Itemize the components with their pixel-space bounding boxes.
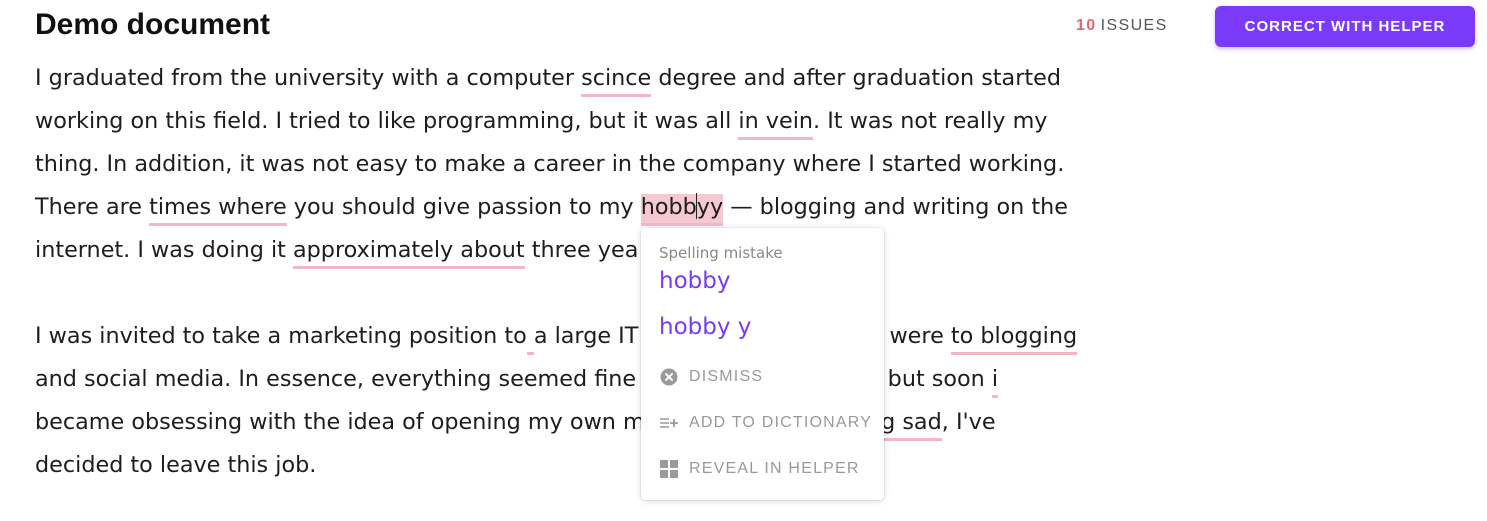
suggestion-hobby-y[interactable]: hobby y [659, 314, 751, 340]
text-run: a large IT [533, 323, 639, 349]
issue-lowercase-i[interactable]: i [991, 366, 999, 398]
issues-count: 10 [1076, 17, 1097, 34]
text-run: became obsessing with the idea of openin… [35, 409, 645, 435]
document-title: Demo document [35, 8, 271, 41]
reveal-label: REVEAL IN HELPER [689, 460, 860, 477]
issue-approximately-about[interactable]: approximately about [292, 237, 525, 269]
text-run: and social media. In essence, everything… [35, 366, 644, 392]
reveal-icon [659, 459, 679, 479]
reveal-in-helper-button[interactable]: REVEAL IN HELPER [659, 459, 860, 479]
issue-in-vein[interactable]: in vein [738, 108, 814, 140]
text-run: , but soon [873, 366, 992, 392]
issues-label: ISSUES [1100, 17, 1168, 34]
issue-scince[interactable]: scince [581, 65, 652, 97]
text-run: I was invited to take a marketing positi… [35, 323, 527, 349]
text-run: were [882, 323, 951, 349]
add-to-dictionary-label: ADD TO DICTIONARY [689, 414, 873, 431]
paragraph-2[interactable]: I was invited to take a marketing positi… [35, 315, 1085, 487]
issue-hobbyy-part1: hobb [640, 194, 697, 220]
issue-hobbyy-part2: yy [696, 194, 724, 220]
dismiss-icon [659, 367, 679, 387]
text-run: three yea [524, 237, 639, 263]
suggestion-hobby[interactable]: hobby [659, 268, 730, 294]
add-to-dictionary-button[interactable]: ADD TO DICTIONARY [659, 413, 872, 433]
issue-hobbyy[interactable]: hobbyy [640, 193, 724, 226]
issue-to-blogging[interactable]: to blogging [950, 323, 1078, 355]
issue-type-label: Spelling mistake [659, 244, 783, 262]
issue-times-where[interactable]: times where [149, 194, 287, 226]
add-to-dictionary-icon [659, 413, 679, 433]
text-run: you should give passion to my [286, 194, 641, 220]
dismiss-label: DISMISS [689, 368, 764, 385]
issues-counter[interactable]: 10 ISSUES [1076, 17, 1168, 35]
suggestion-popup: Spelling mistake hobby hobby y DISMISS A… [641, 228, 884, 500]
correct-with-helper-button[interactable]: CORRECT WITH HELPER [1215, 6, 1475, 47]
document-body[interactable]: I graduated from the university with a c… [35, 57, 1085, 487]
paragraph-1[interactable]: I graduated from the university with a c… [35, 57, 1085, 272]
dismiss-button[interactable]: DISMISS [659, 367, 763, 387]
issue-extra-space[interactable] [526, 323, 534, 355]
text-run: I graduated from the university with a c… [35, 65, 582, 91]
